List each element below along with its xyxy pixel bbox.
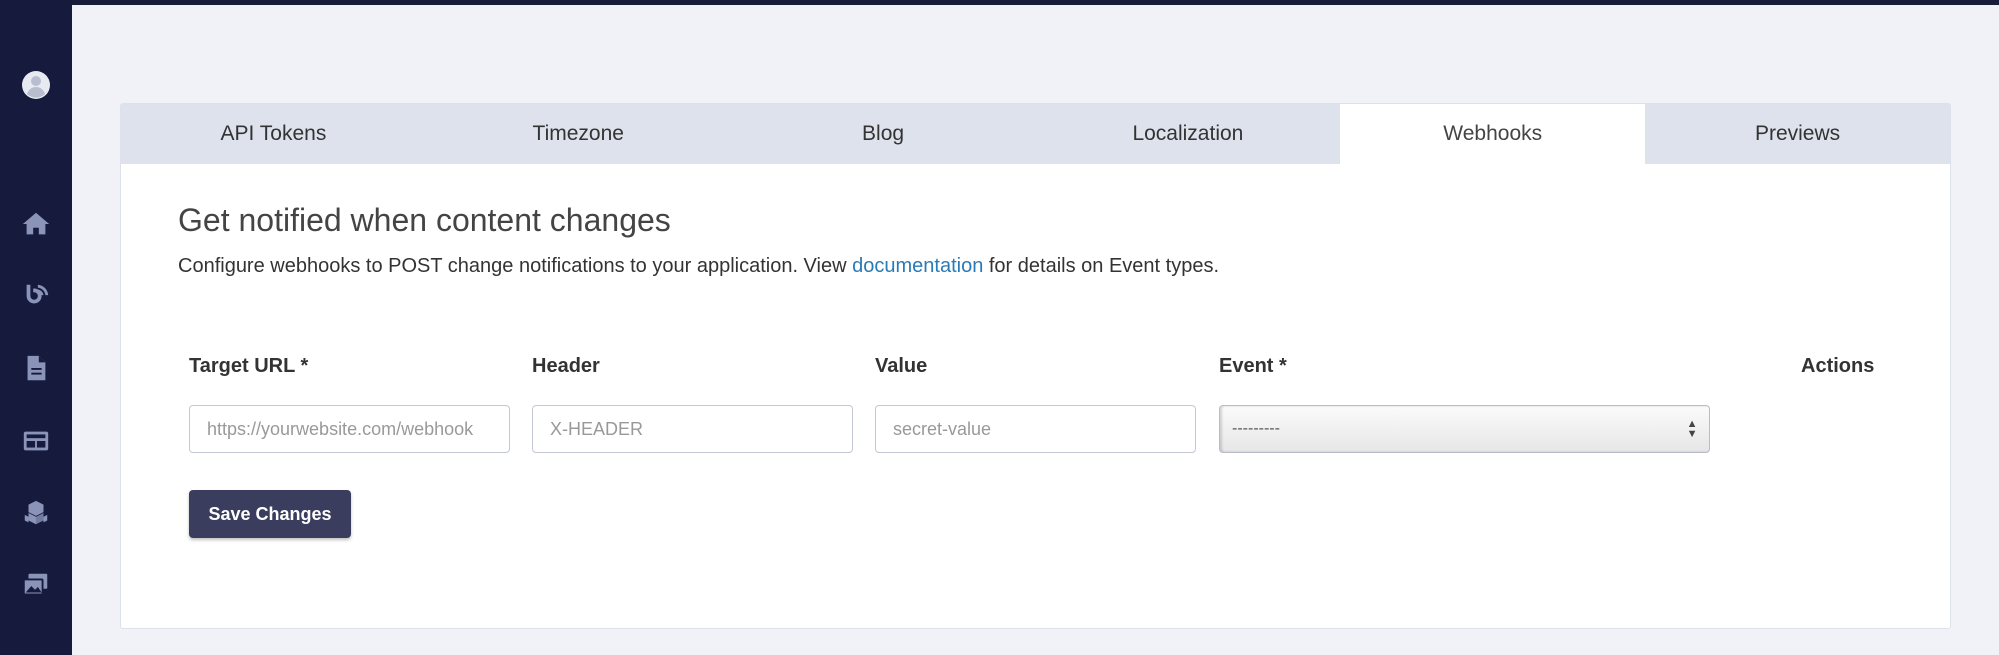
event-label: Event *: [1219, 355, 1287, 377]
select-arrows-icon: ▲ ▼: [1686, 418, 1698, 440]
webhook-form-labels: Target URL * Header Value Event * Action…: [189, 355, 1949, 385]
target-url-label: Target URL *: [189, 355, 309, 377]
page-description: Configure webhooks to POST change notifi…: [178, 255, 1878, 278]
save-changes-button[interactable]: Save Changes: [189, 490, 351, 538]
page-title: Get notified when content changes: [178, 202, 671, 238]
settings-card: API Tokens Timezone Blog Localization We…: [120, 103, 1951, 629]
tab-webhooks[interactable]: Webhooks: [1340, 104, 1646, 164]
documentation-link[interactable]: documentation: [852, 255, 983, 277]
description-text-before: Configure webhooks to POST change notifi…: [178, 255, 853, 277]
top-bar: [0, 0, 1999, 5]
sidebar: [0, 0, 72, 655]
header-input[interactable]: [532, 405, 853, 453]
value-label: Value: [875, 355, 928, 377]
layout-icon[interactable]: [18, 423, 54, 459]
tab-timezone[interactable]: Timezone: [426, 104, 731, 164]
tab-api-tokens[interactable]: API Tokens: [121, 104, 426, 164]
event-select[interactable]: --------- ▲ ▼: [1219, 405, 1710, 453]
tab-localization[interactable]: Localization: [1035, 104, 1340, 164]
description-text-after: for details on Event types.: [983, 255, 1219, 277]
settings-tabs: API Tokens Timezone Blog Localization We…: [121, 104, 1950, 164]
header-label: Header: [532, 355, 600, 377]
tab-previews[interactable]: Previews: [1645, 104, 1950, 164]
target-url-input[interactable]: [189, 405, 510, 453]
media-icon[interactable]: [18, 567, 54, 603]
actions-label: Actions: [1801, 355, 1875, 377]
event-selected-value: ---------: [1232, 420, 1280, 437]
document-icon[interactable]: [18, 350, 54, 386]
components-icon[interactable]: [18, 495, 54, 531]
blog-icon[interactable]: [18, 278, 54, 314]
home-icon[interactable]: [18, 206, 54, 242]
tab-blog[interactable]: Blog: [731, 104, 1036, 164]
value-input[interactable]: [875, 405, 1196, 453]
user-avatar-icon[interactable]: [18, 67, 54, 103]
webhooks-intro: Get notified when content changes Config…: [178, 202, 1878, 278]
